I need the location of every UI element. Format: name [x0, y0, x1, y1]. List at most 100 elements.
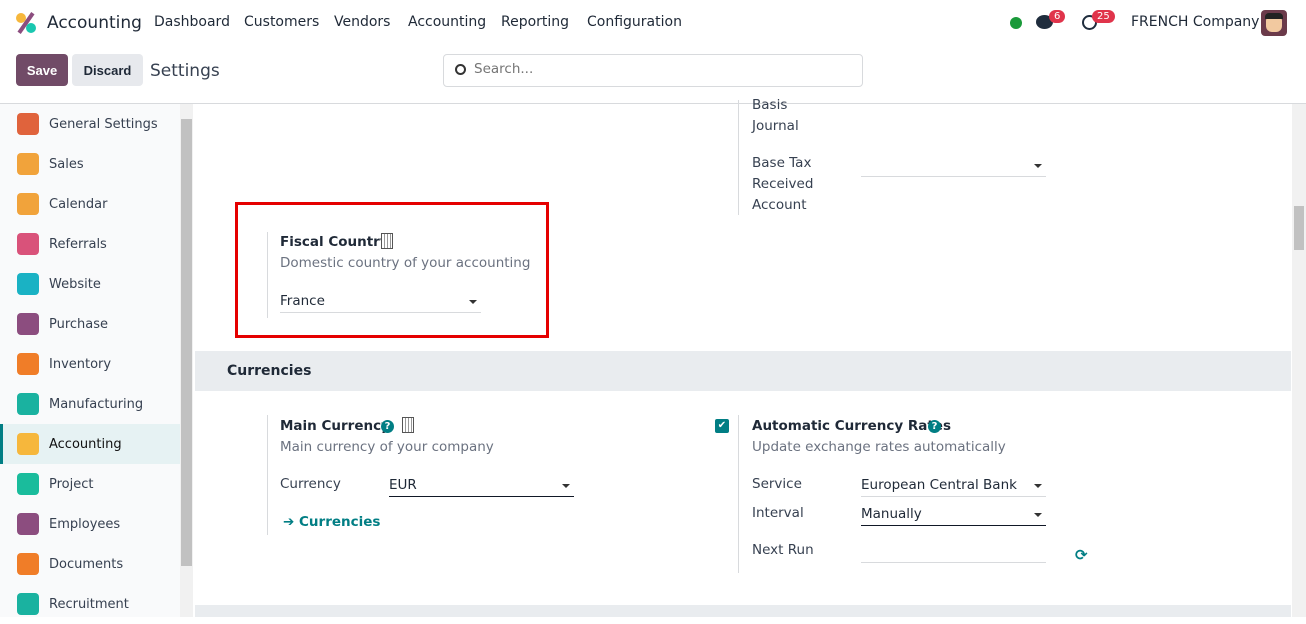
base-tax-account-select[interactable]: [861, 157, 1046, 177]
next-run-label: Next Run: [752, 542, 814, 558]
app-name[interactable]: Accounting: [47, 13, 142, 33]
currencies-section-header: Currencies: [195, 351, 1291, 391]
sidebar-item-label: Documents: [49, 556, 124, 572]
content-scrollbar[interactable]: [1292, 104, 1306, 617]
settings-sidebar: General Settings Sales Calendar Referrals We…: [0, 104, 180, 617]
base-tax-label-2: Received: [752, 176, 814, 192]
interval-label: Interval: [752, 505, 804, 521]
status-indicator-icon: [1010, 17, 1022, 29]
sidebar-item-label: Calendar: [49, 196, 108, 212]
menu-dashboard[interactable]: Dashboard: [154, 14, 230, 30]
general-settings-app-icon: [17, 113, 39, 135]
project-app-icon: [17, 473, 39, 495]
employees-app-icon: [17, 513, 39, 535]
search-input[interactable]: [474, 61, 854, 77]
currency-label: Currency: [280, 476, 341, 492]
fiscal-country-value: France: [280, 293, 325, 309]
sidebar-item-sales[interactable]: Sales: [0, 144, 180, 184]
sidebar-item-label: Purchase: [49, 316, 109, 332]
sidebar-item-inventory[interactable]: Inventory: [0, 344, 180, 384]
sidebar-item-label: Accounting: [49, 436, 122, 452]
help-icon[interactable]: ?: [928, 420, 941, 433]
service-select[interactable]: European Central Bank: [861, 477, 1046, 497]
refresh-rates-icon[interactable]: ⟳: [1075, 546, 1088, 564]
menu-reporting[interactable]: Reporting: [501, 14, 569, 30]
company-building-icon: [402, 417, 414, 433]
auto-rates-title: Automatic Currency Rates: [752, 418, 951, 434]
control-panel: Save Discard Settings: [0, 46, 1306, 104]
help-icon[interactable]: ?: [381, 420, 394, 433]
sidebar-item-referrals[interactable]: Referrals: [0, 224, 180, 264]
sidebar-scrollbar[interactable]: [180, 104, 193, 617]
currencies-section-title: Currencies: [227, 363, 312, 379]
sidebar-item-label: Employees: [49, 516, 121, 532]
sales-app-icon: [17, 153, 39, 175]
fiscal-country-description: Domestic country of your accounting: [280, 255, 531, 271]
sidebar-item-label: Project: [49, 476, 94, 492]
recruitment-app-icon: [17, 593, 39, 615]
sidebar-item-general-settings[interactable]: General Settings: [0, 104, 180, 144]
sidebar-item-website[interactable]: Website: [0, 264, 180, 304]
sidebar-item-project[interactable]: Project: [0, 464, 180, 504]
sidebar-item-calendar[interactable]: Calendar: [0, 184, 180, 224]
inventory-app-icon: [17, 353, 39, 375]
referrals-app-icon: [17, 233, 39, 255]
currencies-link[interactable]: ➔ Currencies: [283, 514, 380, 530]
discard-button[interactable]: Discard: [72, 54, 143, 86]
sidebar-item-documents[interactable]: Documents: [0, 544, 180, 584]
main-currency-description: Main currency of your company: [280, 439, 494, 455]
basis-journal-label: Basis: [752, 97, 788, 113]
currency-value: EUR: [389, 477, 417, 493]
accounting-app-icon: [17, 433, 39, 455]
user-avatar[interactable]: [1261, 10, 1287, 36]
app-logo-icon[interactable]: [16, 12, 36, 34]
sidebar-item-label: Inventory: [49, 356, 112, 372]
interval-value: Manually: [861, 506, 922, 522]
company-switcher[interactable]: FRENCH Company: [1131, 14, 1259, 30]
fiscal-country-select[interactable]: France: [280, 293, 481, 313]
sidebar-item-label: Website: [49, 276, 101, 292]
currency-select[interactable]: EUR: [389, 477, 574, 497]
auto-rates-checkbox[interactable]: ✔: [715, 419, 729, 433]
top-navbar: Accounting Dashboard Customers Vendors A…: [0, 0, 1306, 46]
menu-vendors[interactable]: Vendors: [334, 14, 390, 30]
menu-configuration[interactable]: Configuration: [587, 14, 682, 30]
sidebar-item-purchase[interactable]: Purchase: [0, 304, 180, 344]
base-tax-label: Base Tax: [752, 155, 812, 171]
search-box[interactable]: [443, 54, 863, 87]
sidebar-item-label: Referrals: [49, 236, 107, 252]
service-value: European Central Bank: [861, 477, 1017, 493]
manufacturing-app-icon: [17, 393, 39, 415]
save-button[interactable]: Save: [16, 54, 68, 86]
documents-app-icon: [17, 553, 39, 575]
fiscal-country-title: Fiscal Country: [280, 234, 389, 250]
basis-journal-label-2: Journal: [752, 118, 799, 134]
main-currency-title: Main Currency: [280, 418, 390, 434]
purchase-app-icon: [17, 313, 39, 335]
website-app-icon: [17, 273, 39, 295]
sidebar-item-manufacturing[interactable]: Manufacturing: [0, 384, 180, 424]
breadcrumb: Settings: [150, 61, 220, 81]
sidebar-item-label: Recruitment: [49, 596, 129, 612]
next-run-field[interactable]: [861, 543, 1046, 563]
sidebar-item-label: Sales: [49, 156, 84, 172]
sidebar-item-label: General Settings: [49, 116, 158, 132]
sidebar-item-recruitment[interactable]: Recruitment: [0, 584, 180, 624]
sidebar-item-label: Manufacturing: [49, 396, 144, 412]
activities-badge: 25: [1092, 10, 1115, 23]
next-section-header: [195, 605, 1291, 617]
sidebar-item-accounting[interactable]: Accounting: [0, 424, 180, 464]
base-tax-label-3: Account: [752, 197, 807, 213]
auto-rates-description: Update exchange rates automatically: [752, 439, 1006, 455]
search-icon: [455, 64, 466, 75]
arrow-right-icon: ➔: [283, 514, 300, 530]
menu-accounting[interactable]: Accounting: [408, 14, 486, 30]
company-building-icon: [381, 233, 393, 249]
calendar-app-icon: [17, 193, 39, 215]
menu-customers[interactable]: Customers: [244, 14, 319, 30]
messages-badge: 6: [1049, 10, 1066, 23]
service-label: Service: [752, 476, 802, 492]
interval-select[interactable]: Manually: [861, 506, 1046, 526]
sidebar-item-employees[interactable]: Employees: [0, 504, 180, 544]
currencies-link-label: Currencies: [299, 514, 381, 530]
